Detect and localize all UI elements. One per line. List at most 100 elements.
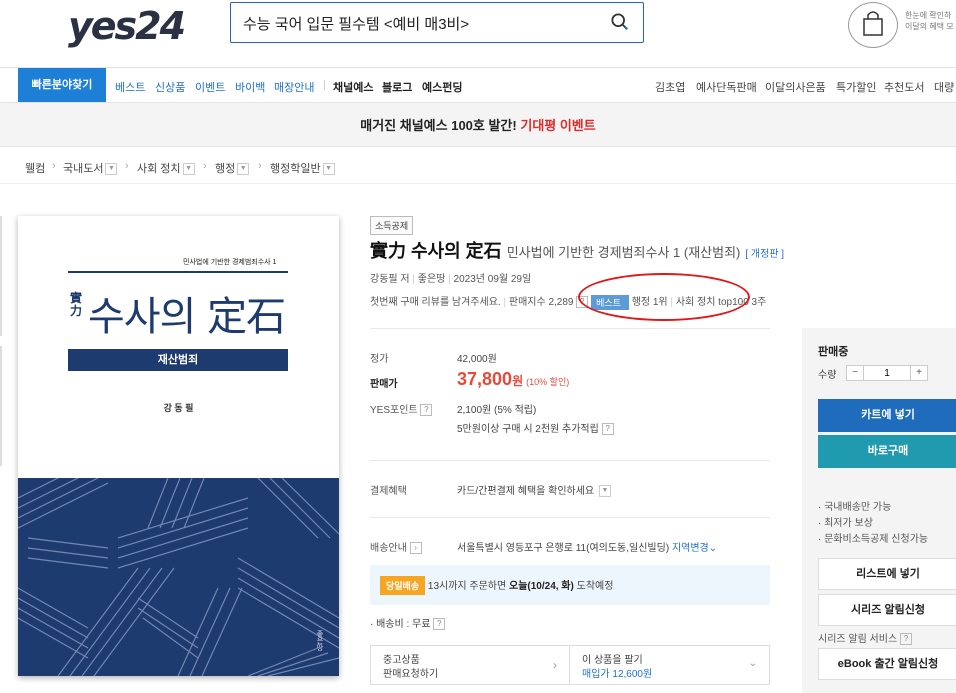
cover-series: 민사법에 기반한 경제범죄수사 1	[183, 259, 277, 266]
ebook-alert-button[interactable]: eBook 출간 알림신청	[818, 648, 956, 680]
points-value: 2,100원 (5% 적립)	[457, 405, 537, 416]
divider	[370, 517, 770, 518]
note-item: · 문화비소득공제 신청가능	[818, 534, 929, 545]
nav-right-item[interactable]: 이달의사은품	[765, 79, 826, 95]
divider	[370, 460, 770, 461]
qty-increase-button[interactable]: +	[910, 365, 928, 381]
chevron-right-icon: ›	[553, 658, 557, 672]
nav-right-item[interactable]: 김초엽	[655, 79, 685, 95]
qty-input[interactable]	[864, 365, 910, 381]
chevron-down-icon[interactable]: ▼	[105, 163, 118, 176]
nav-blog[interactable]: 블로그	[382, 79, 412, 95]
same-day-badge: 당일배송	[380, 576, 426, 595]
help-icon[interactable]: ?	[433, 618, 446, 631]
breadcrumb-separator: ›	[203, 160, 207, 172]
cover-top: 민사법에 기반한 경제범죄수사 1 實力 수사의 定石 재산범죄 강 동 필	[18, 216, 339, 478]
yes24-logo[interactable]: yes24	[68, 6, 186, 46]
breadcrumb-item[interactable]: 사회 정치 ▼	[137, 160, 195, 176]
payment-benefit[interactable]: 카드/간편결제 혜택을 확인하세요 ▼	[457, 482, 611, 498]
chevron-down-icon[interactable]: ▼	[322, 163, 335, 176]
series-service-note: 시리즈 알림 서비스 ?	[818, 630, 912, 646]
help-icon[interactable]: ?	[899, 633, 912, 646]
banner-highlight: 기대평 이벤트	[520, 118, 596, 133]
used-goods-button[interactable]: 중고상품 판매요청하기 ›	[370, 645, 570, 685]
sale-price-label: 판매가	[370, 379, 398, 390]
nav-store-info[interactable]: 매장안내	[274, 79, 314, 95]
note-item: · 국내배송만 가능	[818, 502, 892, 513]
thumbnail-edge	[0, 346, 2, 466]
sale-status: 판매중	[818, 346, 849, 358]
payment-label: 결제혜택	[370, 486, 407, 497]
publish-date: 2023년 09월 29일	[453, 274, 532, 285]
help-icon[interactable]: ?	[601, 423, 614, 436]
breadcrumb-separator: ›	[258, 160, 262, 172]
breadcrumb-item[interactable]: 행정학일반 ▼	[270, 160, 335, 176]
publisher-link[interactable]: 좋은땅	[418, 274, 446, 285]
search-input[interactable]	[243, 12, 603, 34]
add-to-wishlist-button[interactable]: 리스트에 넣기	[818, 558, 956, 590]
product-subtitle: 민사법에 기반한 경제범죄수사 1 (재산범죄)	[506, 245, 741, 260]
chevron-down-icon[interactable]: ▼	[598, 485, 611, 498]
list-price-value: 42,000원	[457, 354, 497, 365]
cover-band: 재산범죄	[68, 349, 288, 371]
sale-price: 37,800원 (10% 할인)	[457, 369, 570, 389]
help-icon[interactable]: ?	[420, 404, 433, 417]
nav-yes-funding[interactable]: 예스펀딩	[422, 79, 462, 95]
chevron-down-icon: ⌄	[748, 658, 757, 669]
shopping-bag-icon[interactable]	[848, 2, 898, 48]
delivery-address: 서울특별시 영등포구 은행로 11(여의도동,일신빌딩) 지역변경⌄	[457, 543, 718, 554]
breadcrumb-home[interactable]: 웰컴	[25, 160, 45, 176]
chevron-down-icon[interactable]: ▼	[182, 163, 195, 176]
banner-text: 매거진 채널예스 100호 발간!	[360, 118, 517, 133]
shipping-fee: · 배송비 : 무료 ?	[370, 615, 446, 631]
sales-index: 판매지수 2,289	[508, 297, 574, 308]
search-icon[interactable]	[611, 13, 629, 31]
breadcrumb-item[interactable]: 행정 ▼	[215, 160, 250, 176]
delivery-label: 배송안내 ›	[370, 539, 422, 555]
note-item: · 최저가 보상	[818, 518, 873, 529]
quick-category-button[interactable]: 빠른분야찾기	[18, 68, 106, 102]
nav-right-item[interactable]: 대량	[934, 79, 954, 95]
nav-right-item[interactable]: 특가할인	[836, 79, 876, 95]
nav-right-item[interactable]: 추천도서	[884, 79, 924, 95]
cover-rule	[68, 271, 288, 273]
qty-label: 수량	[818, 370, 837, 381]
purchase-panel: 판매중 수량 − + 카트에 넣기 바로구매 · 국내배송만 가능 · 최저가 …	[802, 328, 956, 693]
revision-link[interactable]: [ 개정판 ]	[745, 249, 784, 260]
region-change-link[interactable]: 지역변경	[672, 543, 709, 554]
breadcrumb-item[interactable]: 국내도서 ▼	[63, 160, 118, 176]
cover-publisher: 좋은땅	[316, 630, 323, 651]
nav-separator	[324, 80, 325, 90]
highlight-oval	[578, 273, 750, 321]
search-box[interactable]	[230, 2, 644, 43]
nav-right-item[interactable]: 예사단독판매	[696, 79, 757, 95]
promo-text[interactable]: 한눈에 확인하 이달의 혜택 모	[905, 10, 954, 32]
chevron-down-icon[interactable]: ▼	[237, 163, 250, 176]
cover-hanja: 實力	[70, 291, 83, 318]
list-price-label: 정가	[370, 354, 389, 365]
nav-channel-yes[interactable]: 채널예스	[333, 79, 373, 95]
cover-author: 강 동 필	[163, 403, 194, 413]
chevron-right-icon[interactable]: ›	[409, 542, 422, 555]
promo-banner[interactable]: 매거진 채널예스 100호 발간! 기대평 이벤트	[0, 102, 956, 147]
series-alert-button[interactable]: 시리즈 알림신청	[818, 594, 956, 626]
nav-buyback[interactable]: 바이백	[235, 79, 265, 95]
book-cover-image[interactable]: 민사법에 기반한 경제범죄수사 1 實力 수사의 定石 재산범죄 강 동 필 좋…	[18, 216, 339, 676]
nav-new[interactable]: 신상품	[155, 79, 185, 95]
product-title-row: 實力 수사의 定石 민사법에 기반한 경제범죄수사 1 (재산범죄) [ 개정판…	[370, 237, 784, 263]
nav-event[interactable]: 이벤트	[195, 79, 225, 95]
breadcrumb-divider	[0, 183, 956, 184]
discount-rate: (10% 할인)	[526, 377, 570, 387]
header-divider	[0, 67, 956, 68]
sell-item-button[interactable]: 이 상품을 팔기 매입가 12,600원 ⌄	[569, 645, 770, 685]
add-to-cart-button[interactable]: 카트에 넣기	[818, 399, 956, 432]
author-link[interactable]: 강동필 저	[370, 274, 410, 285]
points-extra: 5만원이상 구매 시 2천원 추가적립 ?	[457, 420, 614, 436]
review-prompt[interactable]: 첫번째 구매 리뷰를 남겨주세요.	[370, 297, 501, 308]
nav-best[interactable]: 베스트	[115, 79, 145, 95]
breadcrumb-separator: ›	[125, 160, 129, 172]
author-row: 강동필 저 | 좋은땅 | 2023년 09월 29일	[370, 274, 532, 285]
qty-decrease-button[interactable]: −	[846, 365, 864, 381]
points-label: YES포인트 ?	[370, 401, 433, 417]
buy-now-button[interactable]: 바로구매	[818, 435, 956, 468]
